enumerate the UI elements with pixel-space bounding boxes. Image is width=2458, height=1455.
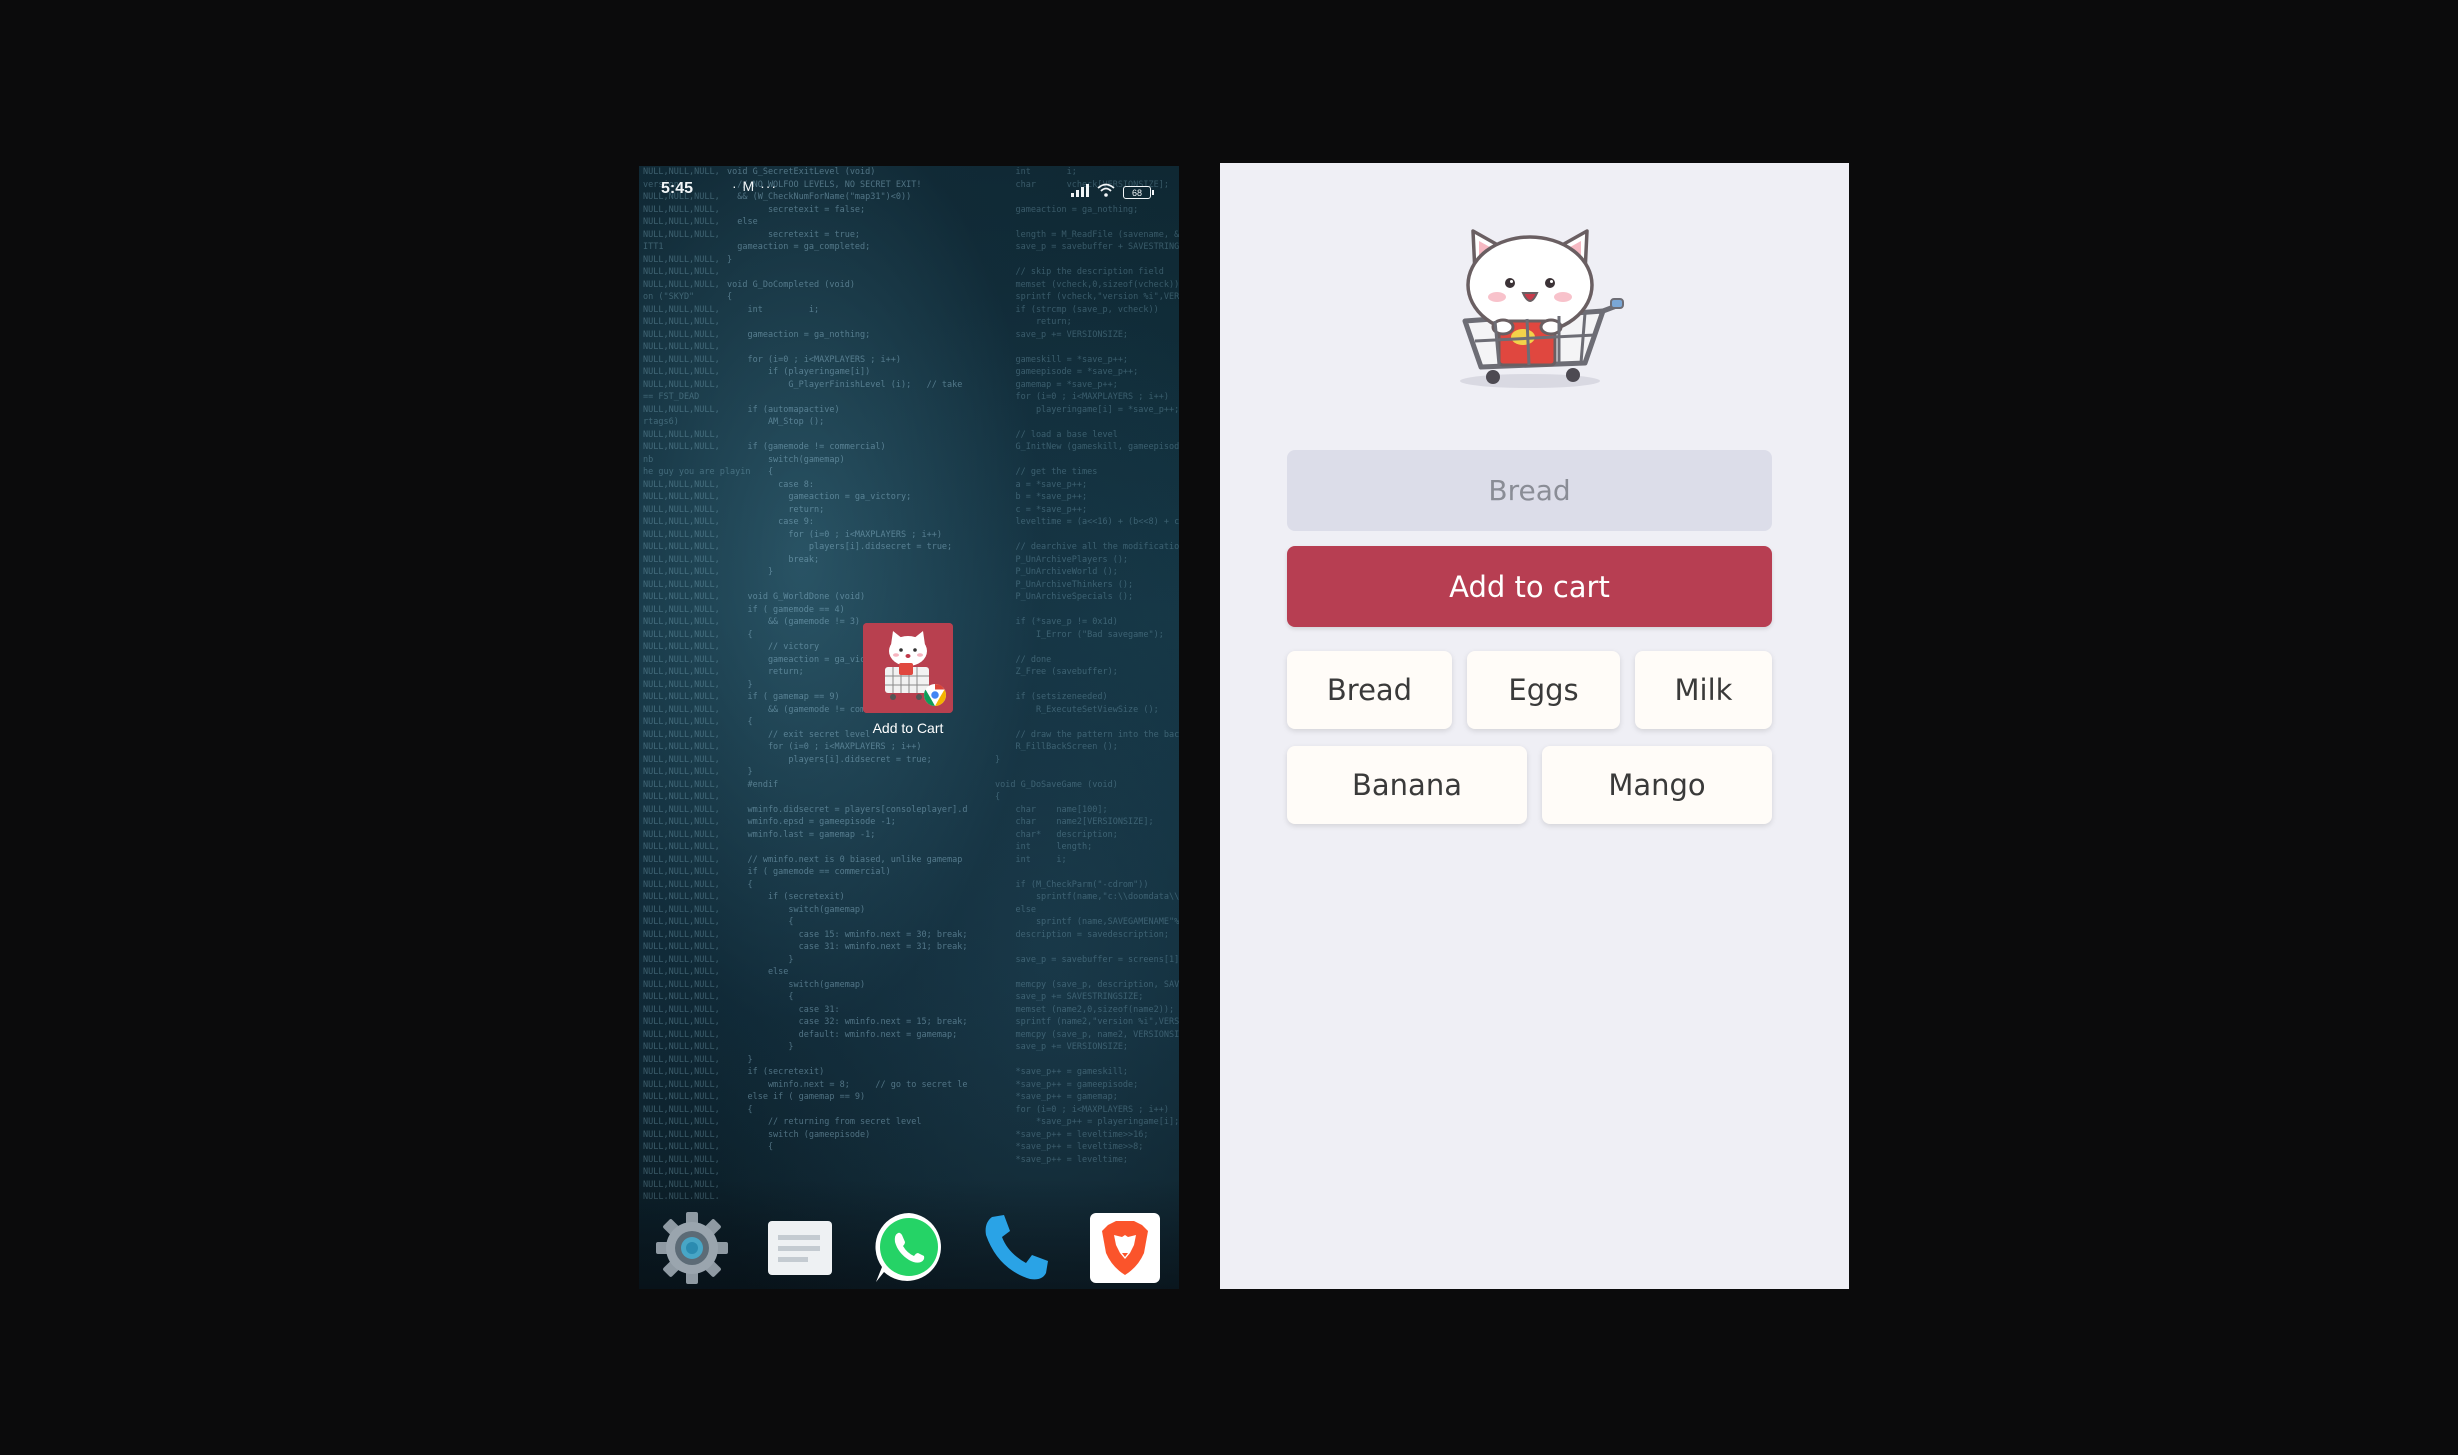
item-input[interactable] xyxy=(1287,450,1772,531)
item-chip-banana[interactable]: Banana xyxy=(1287,746,1527,824)
settings-icon[interactable] xyxy=(653,1209,731,1287)
add-to-cart-button[interactable]: Add to cart xyxy=(1287,546,1772,627)
battery-icon: 68 xyxy=(1123,186,1154,199)
add-to-cart-app-icon[interactable] xyxy=(863,623,953,713)
messages-icon[interactable] xyxy=(762,1209,840,1287)
phone-home-screen: NULL,NULL,NULL, version NULL,NULL,NULL, … xyxy=(639,166,1179,1289)
shopping-web-app: Add to cart Bread Eggs Milk Banana Mango xyxy=(1220,163,1849,1289)
item-chip-milk[interactable]: Milk xyxy=(1635,651,1772,729)
wifi-icon xyxy=(1097,183,1115,202)
status-bar: 5:45 · M ··· 68 xyxy=(639,178,1179,204)
item-chip-eggs[interactable]: Eggs xyxy=(1467,651,1620,729)
app-label: Add to Cart xyxy=(872,720,944,736)
cat-in-cart-mascot xyxy=(1435,213,1625,393)
item-chip-mango[interactable]: Mango xyxy=(1542,746,1772,824)
notification-overflow-icon: · M ··· xyxy=(732,178,778,194)
phone-icon[interactable] xyxy=(978,1209,1056,1287)
app-dock xyxy=(639,1179,1179,1289)
wallpaper-code-right: int i; char vcheck[VERSIONSIZE]; gameact… xyxy=(995,167,1179,1165)
whatsapp-icon[interactable] xyxy=(870,1209,948,1287)
status-time: 5:45 xyxy=(661,180,694,197)
brave-browser-icon[interactable] xyxy=(1086,1209,1164,1287)
signal-icon xyxy=(1071,183,1089,202)
item-chip-bread[interactable]: Bread xyxy=(1287,651,1452,729)
status-indicators: 68 xyxy=(1071,183,1154,202)
